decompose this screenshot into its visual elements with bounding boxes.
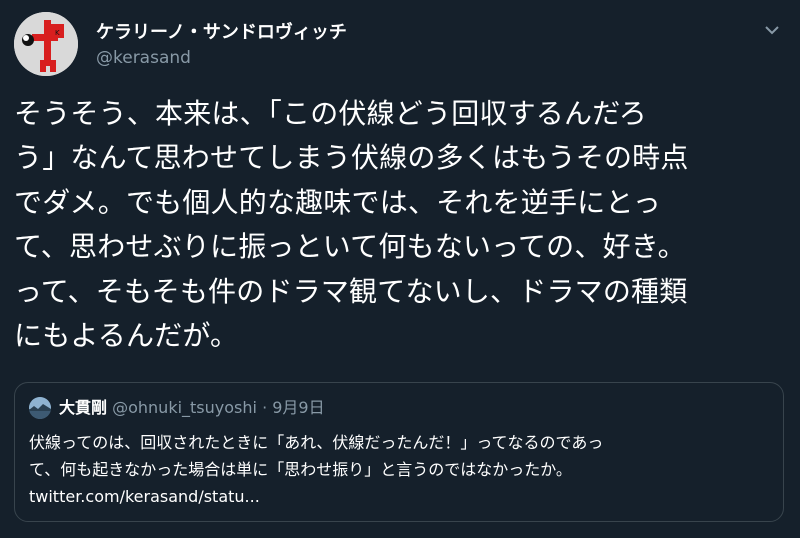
chevron-down-icon	[765, 26, 779, 35]
quoted-tweet-card[interactable]: 大貫剛 @ohnuki_tsuyoshi · 9月9日 伏線ってのは、回収された…	[14, 382, 784, 522]
avatar-badge: K	[55, 29, 60, 37]
tweet-text-line: にもよるんだが。	[14, 319, 239, 353]
more-options-button[interactable]	[762, 20, 782, 40]
tweet-text-line: って、そもそも件のドラマ観てないし、ドラマの種類	[14, 274, 688, 308]
quoted-text-line: 伏線ってのは、回収されたときに「あれ、伏線だったんだ！」ってなるのであっ	[29, 433, 604, 452]
quoted-tweet-link[interactable]: twitter.com/kerasand/statu...	[29, 483, 774, 510]
tweet-text: そうそう、本来は、「この伏線どう回収するんだろ う」なんて思わせてしまう伏線の多…	[14, 92, 786, 358]
tweet-text-line: て、思わせぶりに振っといて何もないっての、好き。	[14, 230, 686, 264]
author-display-name[interactable]: ケラリーノ・サンドロヴィッチ	[96, 18, 347, 44]
tweet-text-line: う」なんて思わせてしまう伏線の多くはもうその時点	[14, 141, 689, 175]
tweet-text-line: そうそう、本来は、「この伏線どう回収するんだろ	[14, 97, 647, 130]
tweet-header: K ケラリーノ・サンドロヴィッチ @kerasand	[14, 12, 786, 78]
author-handle[interactable]: @kerasand	[96, 48, 191, 68]
quoted-tweet-text: 伏線ってのは、回収されたときに「あれ、伏線だったんだ！」ってなるのであっ て、何…	[29, 429, 774, 510]
avatar-figure-icon: K	[14, 12, 78, 76]
quoted-author-handle[interactable]: @ohnuki_tsuyoshi	[112, 398, 257, 417]
author-avatar[interactable]: K	[14, 12, 78, 76]
quoted-tweet-header: 大貫剛 @ohnuki_tsuyoshi · 9月9日	[59, 397, 325, 419]
quoted-text-line: て、何も起きなかった場合は単に「思わせ振り」と言うのではなかったか。	[29, 460, 572, 479]
quoted-author-avatar[interactable]	[29, 397, 51, 419]
tweet-text-line: でダメ。でも個人的な趣味では、それを逆手にとっ	[14, 185, 661, 219]
separator-dot: ·	[262, 398, 268, 417]
quoted-author-name[interactable]: 大貫剛	[59, 398, 107, 417]
landscape-avatar-icon	[29, 397, 51, 419]
quoted-tweet-date[interactable]: 9月9日	[272, 398, 324, 417]
